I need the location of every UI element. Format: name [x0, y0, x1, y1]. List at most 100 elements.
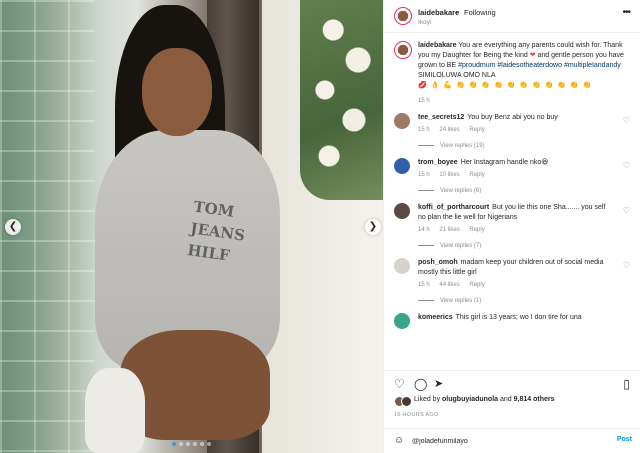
- divider-line: [418, 244, 434, 246]
- carousel-dot[interactable]: [186, 442, 190, 446]
- carousel-dot[interactable]: [200, 442, 204, 446]
- heart-icon[interactable]: ♡: [394, 377, 405, 391]
- person-face: [142, 48, 212, 136]
- post-photo[interactable]: TOM JEANS HILF ❮ ❯: [0, 0, 383, 453]
- view-replies-button[interactable]: View replies (19): [418, 143, 630, 149]
- comment-text: tee_secrets12 You buy Benz abi you no buy: [418, 113, 630, 123]
- post-side-panel: laidebakare • Following Ikoyi ••• laideb…: [383, 0, 640, 453]
- comment-likes[interactable]: 10 likes: [439, 172, 459, 178]
- avatar[interactable]: [394, 158, 410, 174]
- comment-item: tee_secrets12 You buy Benz abi you no buy…: [394, 113, 630, 149]
- reply-button[interactable]: Reply: [469, 127, 484, 133]
- avatar[interactable]: [394, 7, 412, 25]
- person-shoe: [85, 368, 145, 453]
- view-replies-button[interactable]: View replies (6): [418, 188, 630, 194]
- divider-line: [418, 144, 434, 146]
- comment-input[interactable]: [412, 434, 592, 448]
- post-actions-bar: ♡ ◯ ➤ ▯: [384, 370, 640, 396]
- carousel-dot[interactable]: [207, 442, 211, 446]
- comment-meta: 15 h 10 likes Reply: [418, 172, 630, 178]
- following-button[interactable]: Following: [464, 8, 496, 17]
- reply-button[interactable]: Reply: [469, 282, 484, 288]
- divider-line: [418, 299, 434, 301]
- caption-body-3: SIMILOLUWA OMO NLA: [418, 72, 496, 79]
- view-replies-label: View replies (19): [440, 143, 485, 149]
- comment-text: posh_omoh madam keep your children out of…: [418, 258, 630, 278]
- comment-time[interactable]: 14 h: [418, 227, 430, 233]
- chevron-left-icon[interactable]: ❮: [5, 219, 21, 235]
- comment-body: This girl is 13 years; wo I don tire for…: [455, 314, 582, 321]
- likes-count[interactable]: 9,814 others: [514, 396, 555, 403]
- comment-item: koffi_of_portharcourt But you lie this on…: [394, 203, 630, 249]
- comment-item: komeerics This girl is 13 years; wo I don…: [394, 313, 630, 329]
- carousel-dot[interactable]: [172, 442, 176, 446]
- avatar[interactable]: [401, 396, 412, 407]
- comment-item: trom_boyee Her Instagram handle nko😆 15 h…: [394, 158, 630, 194]
- comment-text: komeerics This girl is 13 years; wo I don…: [418, 313, 630, 323]
- comment-time[interactable]: 15 h: [418, 127, 430, 133]
- reply-button[interactable]: Reply: [469, 172, 484, 178]
- likers-avatars: [394, 396, 414, 408]
- likes-text: Liked by olugbuyiadunola and 9,814 other…: [414, 396, 554, 403]
- header-username[interactable]: laidebakare: [418, 8, 459, 17]
- avatar[interactable]: [394, 203, 410, 219]
- chevron-right-icon[interactable]: ❯: [365, 219, 381, 235]
- paper-plane-icon[interactable]: ➤: [434, 377, 443, 390]
- hoodie-print: TOM JEANS HILF: [185, 195, 264, 274]
- more-horizontal-icon[interactable]: •••: [622, 7, 630, 18]
- comment-likes[interactable]: 24 likes: [439, 127, 459, 133]
- comment-likes[interactable]: 21 likes: [439, 227, 459, 233]
- liked-by-prefix: Liked by: [414, 396, 441, 403]
- comment-time[interactable]: 15 h: [418, 282, 430, 288]
- caption-hashtags[interactable]: #proudmum #laidesotheaterdowo #multipleI…: [458, 62, 621, 69]
- post-header: laidebakare • Following Ikoyi •••: [384, 0, 640, 33]
- view-replies-label: View replies (6): [440, 188, 482, 194]
- comment-username[interactable]: trom_boyee: [418, 159, 458, 166]
- caption-emoji-line: 💋 👌 💪 👏 👏 👏 👏 👏 👏 👏 👏 👏 👏 👏: [418, 82, 593, 89]
- comments-list[interactable]: laidebakare You are everything any paren…: [384, 33, 640, 370]
- liked-by-username[interactable]: olugbuyiadunola: [442, 396, 498, 403]
- comment-username[interactable]: koffi_of_portharcourt: [418, 204, 489, 211]
- post-caption: laidebakare You are everything any paren…: [394, 41, 630, 104]
- comment-meta: 15 h 24 likes Reply: [418, 127, 630, 133]
- divider-line: [418, 189, 434, 191]
- liked-by-and: and: [499, 396, 512, 403]
- instagram-post-modal: TOM JEANS HILF ❮ ❯ laidebakare • Followi…: [0, 0, 640, 453]
- avatar[interactable]: [394, 258, 410, 274]
- avatar[interactable]: [394, 313, 410, 329]
- comment-username[interactable]: posh_omoh: [418, 259, 458, 266]
- carousel-dot[interactable]: [193, 442, 197, 446]
- comment-likes[interactable]: 44 likes: [439, 282, 459, 288]
- location-link[interactable]: Ikoyi: [418, 19, 431, 26]
- comment-meta: 15 h 44 likes Reply: [418, 282, 630, 288]
- heart-icon[interactable]: ♡: [623, 261, 630, 270]
- bookmark-icon[interactable]: ▯: [623, 377, 630, 391]
- caption-timestamp[interactable]: 15 h: [418, 98, 630, 104]
- caption-username[interactable]: laidebakare: [418, 42, 457, 49]
- view-replies-button[interactable]: View replies (7): [418, 243, 630, 249]
- post-comment-button[interactable]: Post: [617, 436, 632, 443]
- smiley-icon[interactable]: ☺: [394, 435, 404, 446]
- red-heart-icon: ❤: [529, 52, 536, 59]
- comment-meta: 14 h 21 likes Reply: [418, 227, 630, 233]
- view-replies-label: View replies (1): [440, 298, 482, 304]
- view-replies-button[interactable]: View replies (1): [418, 298, 630, 304]
- comment-username[interactable]: tee_secrets12: [418, 114, 464, 121]
- heart-icon[interactable]: ♡: [623, 206, 630, 215]
- reply-button[interactable]: Reply: [469, 227, 484, 233]
- avatar[interactable]: [394, 113, 410, 129]
- heart-icon[interactable]: ♡: [623, 116, 630, 125]
- heart-icon[interactable]: ♡: [623, 161, 630, 170]
- post-date[interactable]: 15 HOURS AGO: [384, 412, 640, 428]
- comment-text: koffi_of_portharcourt But you lie this on…: [418, 203, 630, 223]
- comment-body: You buy Benz abi you no buy: [467, 114, 558, 121]
- comment-item: posh_omoh madam keep your children out of…: [394, 258, 630, 304]
- comment-icon[interactable]: ◯: [414, 377, 427, 391]
- comment-time[interactable]: 15 h: [418, 172, 430, 178]
- flower-plant: [300, 0, 383, 200]
- carousel-dot[interactable]: [179, 442, 183, 446]
- carousel-dots: [0, 442, 383, 446]
- avatar[interactable]: [394, 41, 412, 59]
- comment-username[interactable]: komeerics: [418, 314, 453, 321]
- add-comment-bar: ☺ Post: [384, 428, 640, 453]
